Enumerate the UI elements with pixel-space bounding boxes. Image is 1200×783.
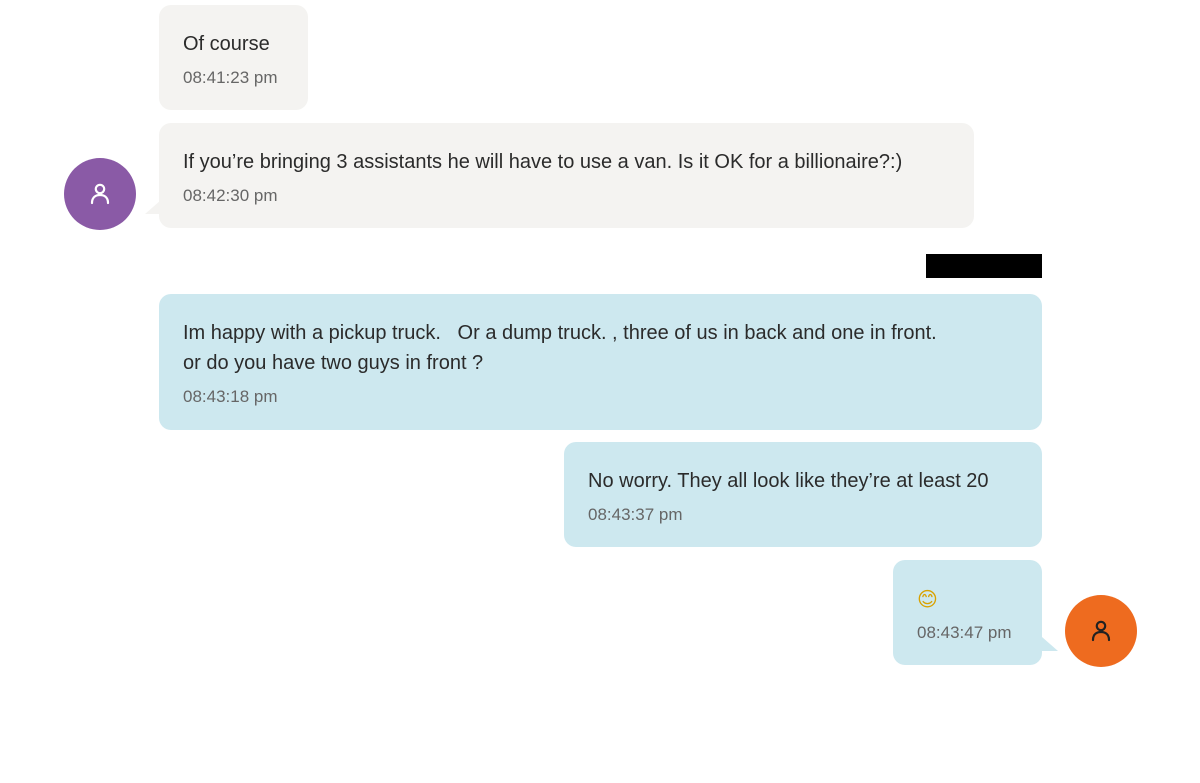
message-bubble-outgoing: Im happy with a pickup truck. Or a dump … xyxy=(159,294,1042,430)
contact-avatar[interactable] xyxy=(64,158,136,230)
bubble-tail xyxy=(1042,637,1058,651)
message-text: Of course xyxy=(183,33,270,55)
message-text: If you’re bringing 3 assistants he will … xyxy=(183,151,903,173)
user-icon xyxy=(90,183,110,205)
message-timestamp: 08:43:47 pm xyxy=(917,623,1012,642)
smiling-face-emoji-icon: 😊 xyxy=(917,587,938,611)
message-timestamp: 08:43:37 pm xyxy=(588,505,683,524)
message-bubble-outgoing: 😊 08:43:47 pm xyxy=(893,560,1042,665)
self-avatar[interactable] xyxy=(1065,595,1137,667)
chat-thread: Of course 08:41:23 pm If you’re bringing… xyxy=(0,0,1200,783)
message-text: Im happy with a pickup truck. Or a dump … xyxy=(183,322,937,374)
redacted-name-bar xyxy=(926,254,1042,278)
message-bubble-outgoing: No worry. They all look like they’re at … xyxy=(564,442,1042,547)
message-text: No worry. They all look like they’re at … xyxy=(588,470,989,492)
user-icon xyxy=(1091,620,1111,642)
message-timestamp: 08:41:23 pm xyxy=(183,68,278,87)
message-timestamp: 08:43:18 pm xyxy=(183,387,278,406)
message-timestamp: 08:42:30 pm xyxy=(183,186,278,205)
message-bubble-incoming: If you’re bringing 3 assistants he will … xyxy=(159,123,974,228)
bubble-tail xyxy=(145,200,161,214)
message-bubble-incoming: Of course 08:41:23 pm xyxy=(159,5,308,110)
